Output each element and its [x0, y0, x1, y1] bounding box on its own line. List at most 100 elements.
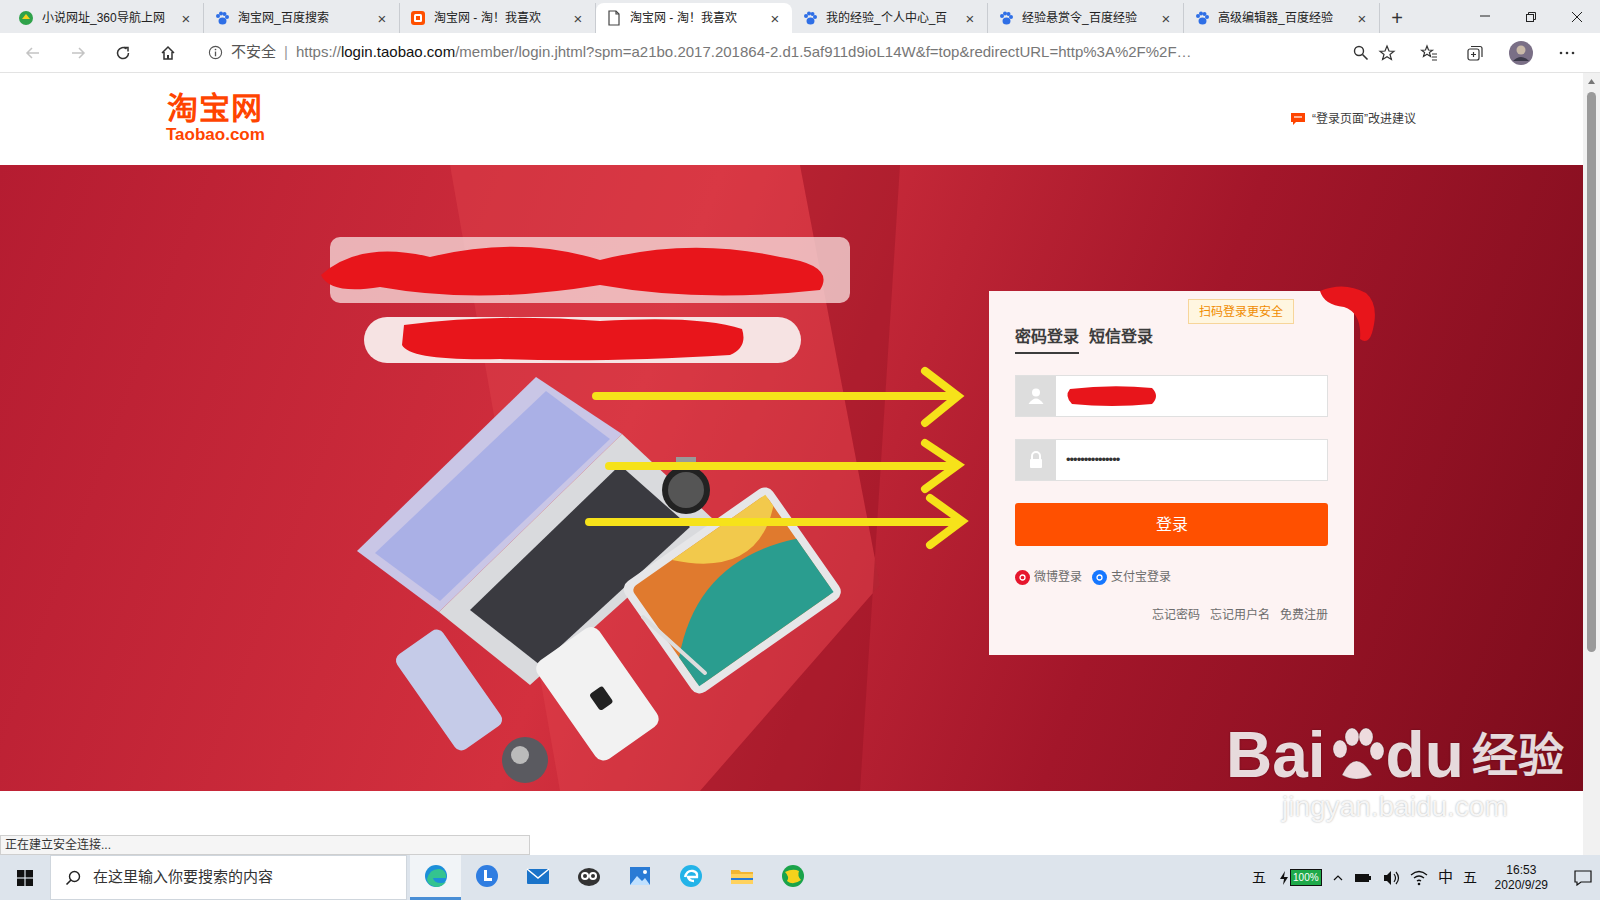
notification-icon[interactable] — [1574, 870, 1592, 886]
volume-icon[interactable] — [1382, 870, 1400, 886]
restore-icon — [1525, 11, 1537, 23]
tab-label: 小说网址_360导航上网 — [42, 9, 171, 27]
menu-button[interactable] — [1544, 36, 1590, 70]
username-value[interactable] — [1056, 376, 1327, 416]
login-area: 扫码登录更安全密码登录短信登录 ••••••••••••••• 登录微博登录支付宝登… — [0, 165, 1583, 655]
social-login-link[interactable]: 微博登录 — [1015, 568, 1082, 586]
login-tab[interactable]: 短信登录 — [1089, 325, 1153, 354]
clock[interactable]: 16:532020/9/29 — [1487, 863, 1556, 893]
nav-button[interactable] — [10, 36, 55, 70]
social-glyph-icon — [1018, 573, 1027, 582]
browser-tab[interactable]: 经验悬赏令_百度经验× — [988, 3, 1184, 33]
password-icon-cell — [1016, 440, 1056, 480]
window-button[interactable] — [1508, 0, 1554, 33]
clock-time: 16:53 — [1506, 863, 1536, 878]
url-host: login.taobao.com — [341, 43, 455, 60]
qr-tip-badge[interactable]: 扫码登录更安全 — [1188, 299, 1294, 324]
watermark: Baidu经验jingyan.baidu.com — [1226, 723, 1564, 821]
tab-close-button[interactable]: × — [571, 11, 585, 26]
window-button[interactable] — [1554, 0, 1600, 33]
taskbar-app[interactable] — [665, 855, 716, 900]
toolbar-button[interactable] — [1406, 36, 1452, 70]
toolbar-button[interactable] — [1452, 36, 1498, 70]
taskbar-app[interactable] — [512, 855, 563, 900]
tab-close-button[interactable]: × — [768, 11, 782, 26]
taskbar-app[interactable] — [767, 855, 818, 900]
chevron-up-icon[interactable] — [1332, 872, 1344, 884]
favicon — [802, 10, 818, 26]
account-links: 忘记密码忘记用户名免费注册 — [1015, 606, 1328, 624]
account-link[interactable]: 免费注册 — [1280, 606, 1328, 624]
page-header: 淘宝网Taobao.com “登录页面”改进建议 — [0, 73, 1583, 165]
watermark-brand: Baidu经验 — [1226, 723, 1564, 787]
tab-close-button[interactable]: × — [963, 11, 977, 26]
favorite-star-icon[interactable] — [1378, 44, 1396, 62]
account-link[interactable]: 忘记用户名 — [1210, 606, 1270, 624]
avatar-icon — [1508, 40, 1534, 66]
browser-tab[interactable]: 高级编辑器_百度经验× — [1184, 3, 1380, 33]
tab-close-button[interactable]: × — [1159, 11, 1173, 26]
folder-icon — [728, 862, 756, 890]
browser-tab[interactable]: 我的经验_个人中心_百 × — [792, 3, 988, 33]
favorites-icon — [1420, 44, 1438, 62]
social-login-link[interactable]: 支付宝登录 — [1092, 568, 1171, 586]
taskbar-app[interactable] — [716, 855, 767, 900]
battery-indicator[interactable]: 100% — [1280, 869, 1322, 886]
nav-button[interactable] — [55, 36, 100, 70]
zoom-icon[interactable] — [1352, 44, 1370, 62]
nav-button[interactable] — [145, 36, 190, 70]
browser-tab[interactable]: 淘宝网_百度搜索× — [204, 3, 400, 33]
scroll-up-icon[interactable] — [1587, 77, 1596, 86]
search-icon — [65, 870, 81, 886]
window-button[interactable] — [1462, 0, 1508, 33]
security-label[interactable]: 不安全 — [231, 41, 276, 64]
ime-mode[interactable]: 五 — [1248, 867, 1270, 888]
profile-button[interactable] — [1498, 36, 1544, 70]
logo-domain: Taobao.com — [166, 126, 265, 145]
login-tab[interactable]: 密码登录 — [1015, 325, 1079, 354]
separator: | — [284, 41, 288, 64]
ime-indicator[interactable]: 五 — [1463, 867, 1477, 888]
status-text: 正在建立安全连接... — [5, 836, 111, 854]
address-field[interactable]: 不安全 | https://login.taobao.com/member/logi… — [198, 37, 1406, 69]
url-text[interactable]: https://login.taobao.com/member/login.jh… — [296, 41, 1344, 64]
tab-label: 淘宝网 - 淘！我喜欢 — [434, 9, 563, 27]
feedback-link[interactable]: “登录页面”改进建议 — [1290, 110, 1416, 128]
taskbar-search[interactable]: 在这里输入你要搜索的内容 — [50, 855, 407, 900]
scrollbar[interactable] — [1583, 73, 1600, 855]
taskbar-app[interactable] — [563, 855, 614, 900]
nav-button[interactable] — [100, 36, 145, 70]
wifi-icon[interactable] — [1410, 870, 1428, 886]
login-button[interactable]: 登录 — [1015, 503, 1328, 546]
tab-close-button[interactable]: × — [375, 11, 389, 26]
password-value-cell[interactable]: ••••••••••••••• — [1056, 440, 1327, 480]
taskbar-app[interactable] — [461, 855, 512, 900]
taskbar-apps — [410, 855, 818, 900]
site-icon — [606, 10, 622, 26]
social-login-label: 微博登录 — [1034, 568, 1082, 586]
input-language[interactable]: 中 — [1438, 866, 1453, 889]
browser-tab[interactable]: 小说网址_360导航上网 × — [8, 3, 204, 33]
login-button-label: 登录 — [1156, 513, 1188, 537]
taobao-logo[interactable]: 淘宝网Taobao.com — [166, 93, 265, 144]
browser-tab[interactable]: 淘宝网 - 淘！我喜欢 × — [400, 3, 596, 33]
social-logins: 微博登录支付宝登录 — [1015, 568, 1328, 586]
info-icon[interactable] — [208, 45, 223, 60]
new-tab-button[interactable]: + — [1380, 3, 1414, 33]
taskbar-app[interactable] — [614, 855, 665, 900]
browser-tab[interactable]: 淘宝网 - 淘！我喜欢× — [596, 3, 792, 33]
scrollbar-thumb[interactable] — [1587, 92, 1596, 652]
tab-label: 我的经验_个人中心_百 — [826, 9, 955, 27]
password-field[interactable]: ••••••••••••••• — [1015, 439, 1328, 481]
taskbar-app[interactable] — [410, 855, 461, 900]
username-field[interactable] — [1015, 375, 1328, 417]
taskbar-app-icon-holder — [524, 862, 552, 890]
tab-close-button[interactable]: × — [179, 11, 193, 26]
username-icon-cell — [1016, 376, 1056, 416]
battery-icon[interactable] — [1354, 872, 1372, 884]
tab-close-button[interactable]: × — [1355, 11, 1369, 26]
start-button[interactable] — [0, 855, 50, 900]
photos-icon — [626, 862, 654, 890]
more-icon — [1558, 44, 1576, 62]
account-link[interactable]: 忘记密码 — [1152, 606, 1200, 624]
